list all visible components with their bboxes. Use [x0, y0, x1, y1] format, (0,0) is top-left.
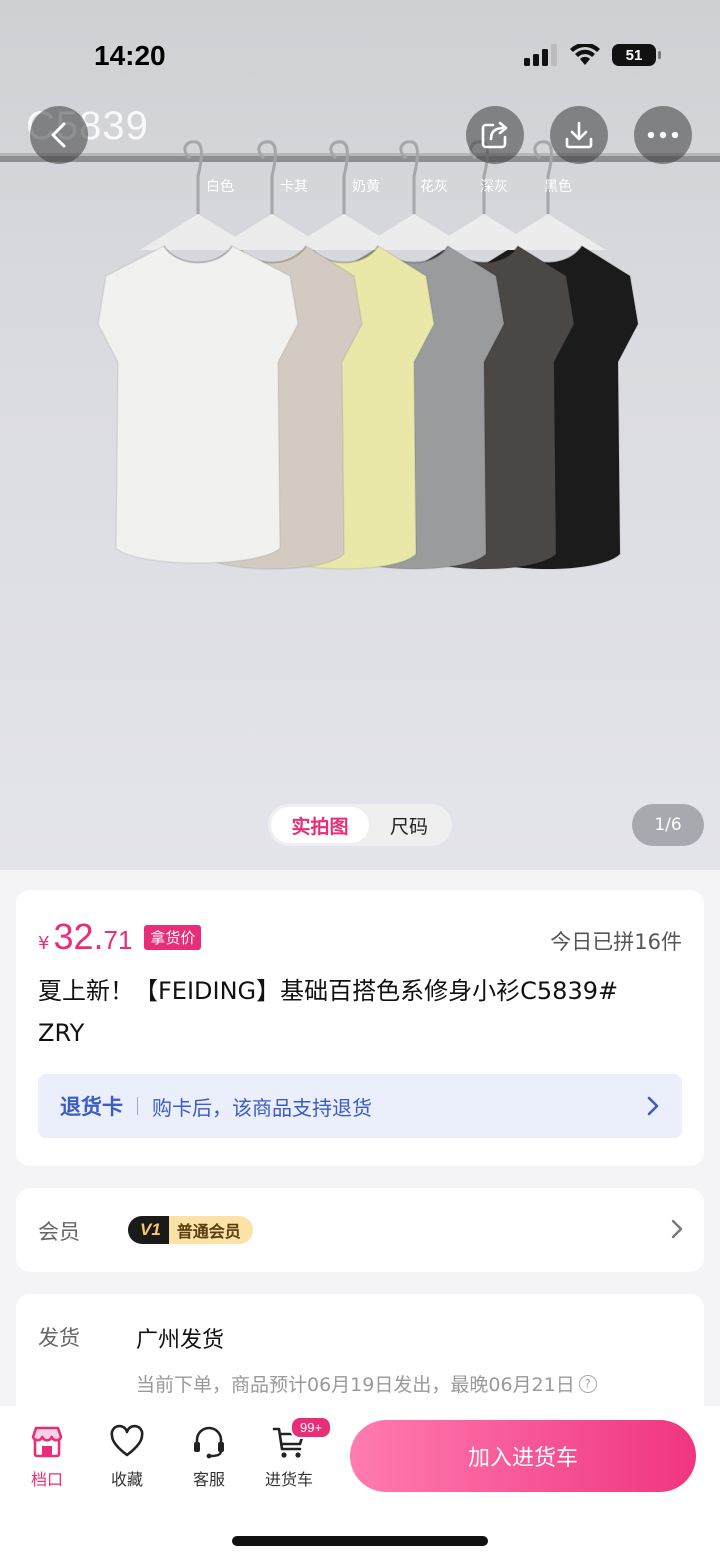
image-page-indicator: 1/6	[632, 804, 704, 846]
back-button[interactable]	[30, 106, 88, 164]
wholesale-price-tag: 拿货价	[144, 925, 202, 950]
chevron-right-icon	[671, 1219, 683, 1239]
nav-cart-label: 进货车	[264, 1470, 313, 1489]
color-label-white: 白色	[206, 179, 234, 195]
cart-count-badge: 99+	[290, 1416, 333, 1439]
member-level-name: 普通会员	[168, 1216, 253, 1244]
color-label-heather-gray: 花灰	[420, 179, 448, 195]
price-decimal: 71	[103, 925, 133, 955]
home-indicator	[232, 1536, 488, 1546]
tab-size-chart[interactable]: 尺码	[369, 807, 449, 843]
wifi-icon	[570, 44, 600, 65]
more-dots-icon	[647, 131, 679, 139]
image-segment-control: 实拍图 尺码	[268, 804, 452, 846]
chevron-right-icon	[647, 1096, 659, 1116]
download-button[interactable]	[550, 106, 608, 164]
nav-store-label: 档口	[30, 1470, 63, 1489]
return-card-title: 退货卡	[60, 1095, 123, 1119]
nav-store[interactable]: 档口	[12, 1424, 82, 1490]
question-icon[interactable]: ?	[578, 1374, 597, 1393]
shirt-white	[97, 140, 299, 564]
shipping-estimate: 当前下单，商品预计06月19日发出，最晚06月21日 ?	[136, 1370, 597, 1397]
divider	[137, 1097, 138, 1115]
heart-icon	[110, 1424, 144, 1457]
color-label-khaki: 卡其	[280, 179, 308, 195]
tab-real-photos[interactable]: 实拍图	[271, 807, 369, 843]
shipping-estimate-text: 当前下单，商品预计06月19日发出，最晚06月21日	[136, 1374, 575, 1396]
shipping-origin: 广州发货	[136, 1328, 225, 1353]
status-time: 14:20	[94, 40, 166, 71]
share-button[interactable]	[466, 106, 524, 164]
nav-customer-service-label: 客服	[192, 1470, 225, 1489]
member-label: 会员	[38, 1220, 80, 1244]
nav-favorite-label: 收藏	[110, 1470, 143, 1489]
price-currency: ¥	[38, 933, 50, 954]
signal-icon	[524, 44, 557, 66]
store-icon	[31, 1426, 63, 1458]
return-card-banner[interactable]: 退货卡 购卡后，该商品支持退货	[38, 1074, 682, 1138]
color-label-dark-gray: 深灰	[480, 179, 508, 195]
price-row: ¥ 32. 71 拿货价	[38, 916, 202, 958]
sold-today-count: 今日已拼16件	[550, 930, 682, 954]
download-icon	[565, 121, 593, 149]
price-integer: 32.	[53, 916, 104, 957]
headset-icon	[194, 1426, 224, 1459]
member-level: V1	[128, 1216, 169, 1244]
status-icons: 51	[524, 44, 661, 66]
share-icon	[481, 121, 508, 149]
nav-customer-service[interactable]: 客服	[174, 1424, 244, 1490]
add-to-cart-button[interactable]: 加入进货车	[350, 1420, 696, 1492]
nav-cart[interactable]: 99+ 进货车	[254, 1416, 333, 1490]
return-card-description: 购卡后，该商品支持退货	[152, 1095, 372, 1120]
chevron-left-icon	[51, 122, 66, 148]
color-label-black: 黑色	[544, 179, 572, 195]
nav-favorite[interactable]: 收藏	[92, 1424, 162, 1490]
member-row[interactable]: 会员 V1 普通会员	[16, 1188, 704, 1272]
battery-icon: 51	[612, 44, 661, 66]
shipping-label: 发货	[38, 1326, 80, 1350]
member-level-badge: V1 普通会员	[128, 1216, 253, 1244]
product-info-card: ¥ 32. 71 拿货价 今日已拼16件 夏上新！【FEIDING】基础百搭色系…	[16, 890, 704, 1166]
product-image-gallery[interactable]: C5839 白色 卡其 奶黄 花灰 深灰 黑色 14:20 51 实拍图 尺码 …	[0, 0, 720, 870]
product-title: 夏上新！【FEIDING】基础百搭色系修身小衫C5839# ZRY	[38, 977, 619, 1047]
color-label-cream: 奶黄	[352, 179, 380, 195]
more-options-button[interactable]	[634, 106, 692, 164]
